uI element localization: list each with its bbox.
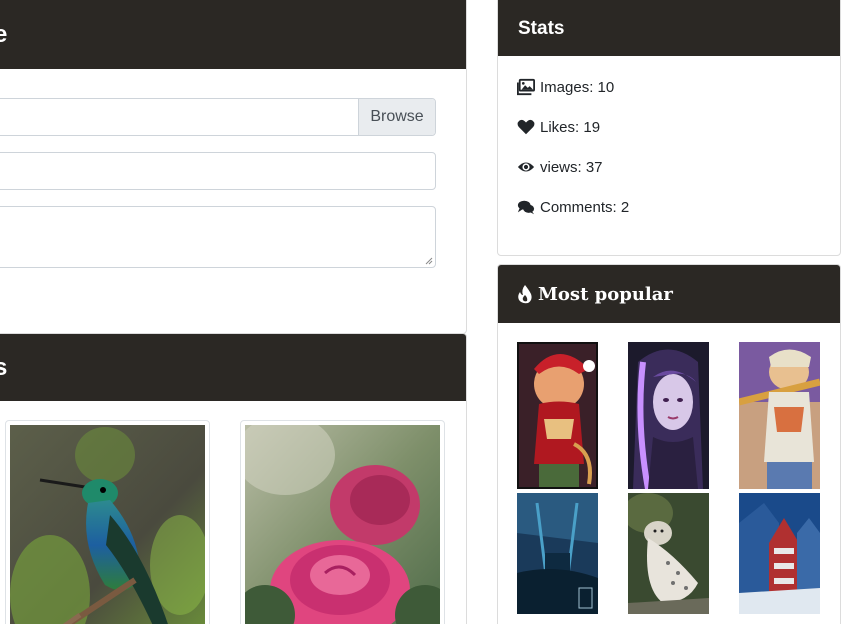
comments-icon (517, 200, 535, 215)
file-upload-input[interactable]: Browse (0, 98, 436, 136)
stat-images: Images: 10 (517, 78, 614, 96)
image-thumbnail[interactable] (240, 420, 445, 624)
stat-likes: Likes: 19 (517, 118, 600, 136)
resize-grip-icon[interactable] (425, 257, 433, 265)
popular-image-snow-leopard[interactable] (628, 493, 709, 614)
images-card-header: s (0, 334, 466, 401)
upload-card-header: e (0, 0, 466, 69)
pink-rose-image (245, 425, 440, 624)
description-textarea[interactable] (0, 206, 436, 268)
images-icon (517, 78, 535, 96)
eye-icon (517, 162, 535, 172)
stat-comments-label: Comments: 2 (540, 198, 630, 216)
stat-images-label: Images: 10 (540, 78, 615, 96)
stats-card-header: Stats (498, 0, 840, 56)
most-popular-header: Most popular (498, 265, 840, 323)
popular-image-snowy-town[interactable] (739, 493, 820, 614)
image-thumbnail[interactable] (5, 420, 210, 624)
popular-image-purple-portrait[interactable] (628, 342, 709, 489)
hummingbird-image (10, 425, 205, 624)
stats-card-title: Stats (518, 17, 565, 39)
title-input[interactable] (0, 152, 436, 190)
stat-comments: Comments: 2 (517, 198, 629, 216)
stat-likes-label: Likes: 19 (540, 118, 601, 136)
upload-card-title: e (0, 21, 7, 49)
popular-image-christmas-archer[interactable] (517, 342, 598, 489)
stat-views: views: 37 (517, 158, 603, 176)
stat-views-label: views: 37 (540, 158, 603, 176)
most-popular-title: Most popular (538, 283, 673, 305)
browse-button[interactable]: Browse (358, 99, 435, 135)
popular-image-blue-castle[interactable] (517, 493, 598, 614)
popular-image-archer-rifle[interactable] (739, 342, 820, 489)
fire-icon (518, 285, 532, 304)
images-card-title: s (0, 354, 7, 382)
heart-icon (517, 119, 535, 135)
